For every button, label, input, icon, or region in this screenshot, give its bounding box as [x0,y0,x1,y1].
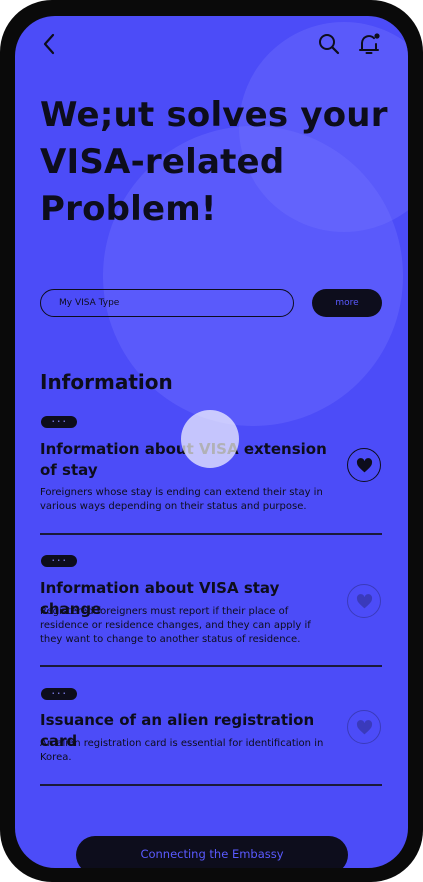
app-screen: We;ut solves your VISA-related Problem! … [15,16,408,868]
more-button[interactable]: more [312,289,382,317]
connect-embassy-button[interactable]: Connecting the Embassy [76,836,348,868]
list-item[interactable]: • • • Information about VISA stay change… [40,555,382,675]
heart-icon [356,719,372,734]
page-headline: We;ut solves your VISA-related Problem! [40,95,388,229]
item-tag: • • • [41,688,77,700]
item-divider [40,665,382,667]
item-description: An alien registration card is essential … [40,738,324,763]
bell-icon [359,33,380,54]
cta-label: Connecting the Embassy [140,847,284,861]
touch-indicator [181,410,239,468]
list-item[interactable]: • • • Issuance of an alien registration … [40,688,382,788]
search-button[interactable] [315,30,343,58]
favorite-button[interactable] [347,584,381,618]
item-tag: • • • [41,555,77,567]
item-description: Foreigners whose stay is ending can exte… [40,487,323,512]
item-divider [40,533,382,535]
section-title: Information [40,370,173,394]
notification-button[interactable] [354,29,384,59]
visa-type-input[interactable] [40,289,294,317]
heart-filled-icon [356,457,372,472]
item-description: Registered foreigners must report if the… [40,606,311,645]
favorite-button[interactable] [347,448,381,482]
phone-frame: We;ut solves your VISA-related Problem! … [0,0,423,882]
item-divider [40,784,382,786]
search-icon [319,34,340,55]
back-button[interactable] [35,30,63,58]
favorite-button[interactable] [347,710,381,744]
heart-icon [356,593,372,608]
chevron-left-icon [43,33,55,55]
item-tag: • • • [41,416,77,428]
